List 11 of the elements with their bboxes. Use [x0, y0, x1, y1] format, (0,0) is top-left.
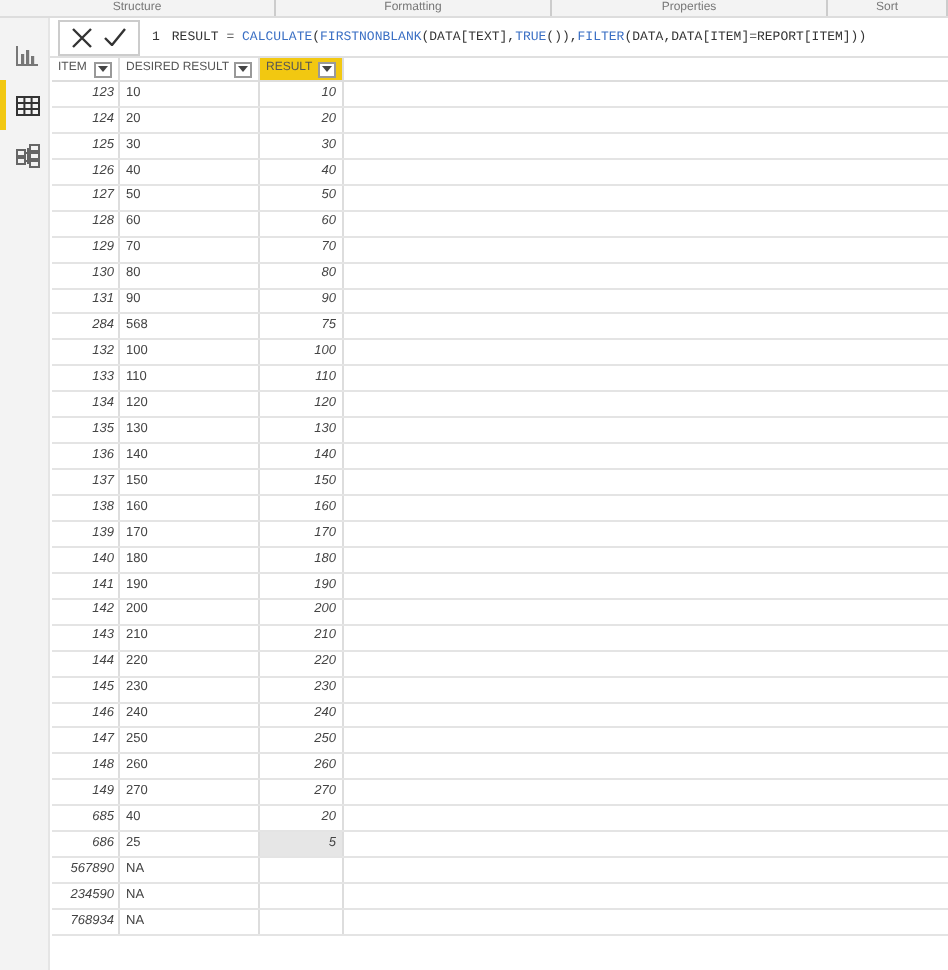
caret-icon [322, 66, 332, 72]
checkmark-icon[interactable] [104, 28, 126, 46]
model-diagram-icon [15, 143, 39, 167]
dropdown-button[interactable] [318, 61, 336, 77]
caret-icon [238, 66, 248, 72]
dropdown-button[interactable] [94, 61, 112, 77]
table-grid-icon [15, 95, 39, 115]
dropdown-button[interactable] [234, 61, 252, 77]
caret-icon [98, 66, 108, 72]
bar-chart-icon [16, 45, 38, 65]
cancel-icon[interactable] [72, 27, 92, 47]
